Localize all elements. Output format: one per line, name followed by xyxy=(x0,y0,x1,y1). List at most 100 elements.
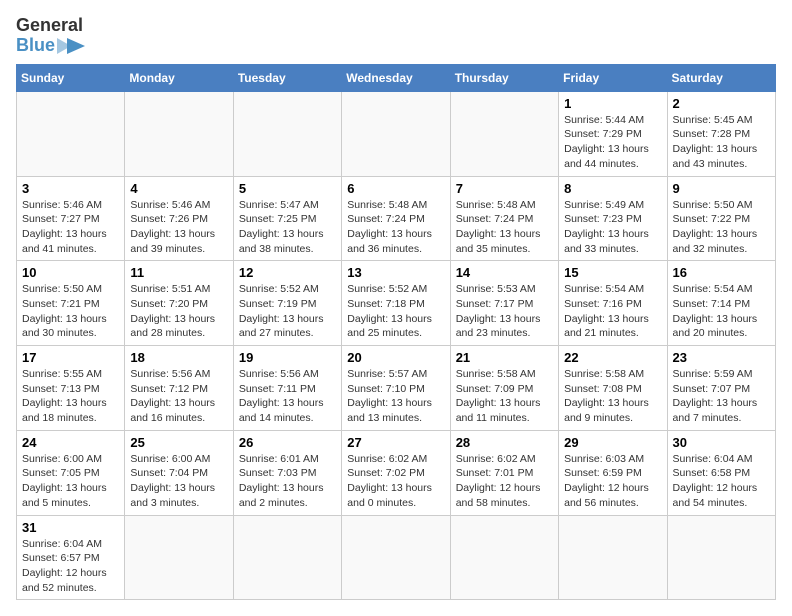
calendar-cell xyxy=(450,515,558,600)
day-info: Sunrise: 5:57 AM Sunset: 7:10 PM Dayligh… xyxy=(347,367,444,426)
day-number: 16 xyxy=(673,265,770,280)
week-row-2: 10Sunrise: 5:50 AM Sunset: 7:21 PM Dayli… xyxy=(17,261,776,346)
day-info: Sunrise: 6:02 AM Sunset: 7:01 PM Dayligh… xyxy=(456,452,553,511)
logo-general: General xyxy=(16,16,83,36)
day-number: 21 xyxy=(456,350,553,365)
calendar-cell: 25 Sunrise: 6:00 AM Sunset: 7:04 PM Dayli… xyxy=(125,430,233,515)
calendar-table: SundayMondayTuesdayWednesdayThursdayFrid… xyxy=(16,64,776,601)
day-info: Sunrise: 6:04 AM Sunset: 6:58 PM Dayligh… xyxy=(673,452,770,511)
day-info: Sunrise: 5:54 AM Sunset: 7:14 PM Dayligh… xyxy=(673,282,770,341)
day-number: 1 xyxy=(564,96,661,111)
day-number: 9 xyxy=(673,181,770,196)
day-info: Sunrise: 5:53 AM Sunset: 7:17 PM Dayligh… xyxy=(456,282,553,341)
day-info: Sunrise: 6:00 AM Sunset: 7:04 PM Dayligh… xyxy=(130,452,227,511)
day-info: Sunrise: 5:58 AM Sunset: 7:08 PM Dayligh… xyxy=(564,367,661,426)
calendar-cell: 5Sunrise: 5:47 AM Sunset: 7:25 PM Daylig… xyxy=(233,176,341,261)
calendar-cell: 24 Sunrise: 6:00 AM Sunset: 7:05 PM Dayli… xyxy=(17,430,125,515)
day-info: Sunrise: 6:02 AM Sunset: 7:02 PM Dayligh… xyxy=(347,452,444,511)
logo: General Blue xyxy=(16,16,85,56)
calendar-cell: 18Sunrise: 5:56 AM Sunset: 7:12 PM Dayli… xyxy=(125,346,233,431)
day-info: Sunrise: 5:50 AM Sunset: 7:21 PM Dayligh… xyxy=(22,282,119,341)
day-info: Sunrise: 5:46 AM Sunset: 7:27 PM Dayligh… xyxy=(22,198,119,257)
day-number: 8 xyxy=(564,181,661,196)
day-info: Sunrise: 6:01 AM Sunset: 7:03 PM Dayligh… xyxy=(239,452,336,511)
calendar-cell: 2Sunrise: 5:45 AM Sunset: 7:28 PM Daylig… xyxy=(667,91,775,176)
calendar-cell: 3 Sunrise: 5:46 AM Sunset: 7:27 PM Daylig… xyxy=(17,176,125,261)
day-number: 2 xyxy=(673,96,770,111)
calendar-cell: 12 Sunrise: 5:52 AM Sunset: 7:19 PM Dayli… xyxy=(233,261,341,346)
calendar-cell: 23 Sunrise: 5:59 AM Sunset: 7:07 PM Dayli… xyxy=(667,346,775,431)
day-info: Sunrise: 5:51 AM Sunset: 7:20 PM Dayligh… xyxy=(130,282,227,341)
calendar-cell: 10Sunrise: 5:50 AM Sunset: 7:21 PM Dayli… xyxy=(17,261,125,346)
day-number: 26 xyxy=(239,435,336,450)
day-info: Sunrise: 6:03 AM Sunset: 6:59 PM Dayligh… xyxy=(564,452,661,511)
header: General Blue xyxy=(16,16,776,56)
day-number: 19 xyxy=(239,350,336,365)
calendar-cell: 16 Sunrise: 5:54 AM Sunset: 7:14 PM Dayli… xyxy=(667,261,775,346)
calendar-cell: 9 Sunrise: 5:50 AM Sunset: 7:22 PM Daylig… xyxy=(667,176,775,261)
week-row-5: 31Sunrise: 6:04 AM Sunset: 6:57 PM Dayli… xyxy=(17,515,776,600)
calendar-cell: 11Sunrise: 5:51 AM Sunset: 7:20 PM Dayli… xyxy=(125,261,233,346)
day-info: Sunrise: 5:46 AM Sunset: 7:26 PM Dayligh… xyxy=(130,198,227,257)
dow-tuesday: Tuesday xyxy=(233,64,341,91)
day-number: 5 xyxy=(239,181,336,196)
dow-saturday: Saturday xyxy=(667,64,775,91)
calendar-cell: 31Sunrise: 6:04 AM Sunset: 6:57 PM Dayli… xyxy=(17,515,125,600)
calendar-cell: 30Sunrise: 6:04 AM Sunset: 6:58 PM Dayli… xyxy=(667,430,775,515)
day-number: 20 xyxy=(347,350,444,365)
dow-monday: Monday xyxy=(125,64,233,91)
calendar-cell xyxy=(233,515,341,600)
day-info: Sunrise: 5:48 AM Sunset: 7:24 PM Dayligh… xyxy=(347,198,444,257)
day-info: Sunrise: 6:00 AM Sunset: 7:05 PM Dayligh… xyxy=(22,452,119,511)
calendar-cell xyxy=(342,515,450,600)
calendar-cell: 15 Sunrise: 5:54 AM Sunset: 7:16 PM Dayli… xyxy=(559,261,667,346)
calendar-cell xyxy=(17,91,125,176)
calendar-cell xyxy=(125,91,233,176)
calendar-cell: 26 Sunrise: 6:01 AM Sunset: 7:03 PM Dayli… xyxy=(233,430,341,515)
day-info: Sunrise: 5:52 AM Sunset: 7:19 PM Dayligh… xyxy=(239,282,336,341)
day-number: 6 xyxy=(347,181,444,196)
day-info: Sunrise: 5:52 AM Sunset: 7:18 PM Dayligh… xyxy=(347,282,444,341)
calendar-cell: 17Sunrise: 5:55 AM Sunset: 7:13 PM Dayli… xyxy=(17,346,125,431)
calendar-cell: 4 Sunrise: 5:46 AM Sunset: 7:26 PM Daylig… xyxy=(125,176,233,261)
dow-sunday: Sunday xyxy=(17,64,125,91)
calendar-cell xyxy=(342,91,450,176)
day-info: Sunrise: 5:50 AM Sunset: 7:22 PM Dayligh… xyxy=(673,198,770,257)
day-number: 7 xyxy=(456,181,553,196)
day-info: Sunrise: 5:59 AM Sunset: 7:07 PM Dayligh… xyxy=(673,367,770,426)
day-info: Sunrise: 5:56 AM Sunset: 7:11 PM Dayligh… xyxy=(239,367,336,426)
day-number: 22 xyxy=(564,350,661,365)
calendar-cell: 27Sunrise: 6:02 AM Sunset: 7:02 PM Dayli… xyxy=(342,430,450,515)
day-number: 23 xyxy=(673,350,770,365)
day-number: 28 xyxy=(456,435,553,450)
day-number: 4 xyxy=(130,181,227,196)
day-info: Sunrise: 5:54 AM Sunset: 7:16 PM Dayligh… xyxy=(564,282,661,341)
day-number: 31 xyxy=(22,520,119,535)
week-row-0: 1Sunrise: 5:44 AM Sunset: 7:29 PM Daylig… xyxy=(17,91,776,176)
day-number: 24 xyxy=(22,435,119,450)
dow-friday: Friday xyxy=(559,64,667,91)
calendar-cell: 14 Sunrise: 5:53 AM Sunset: 7:17 PM Dayli… xyxy=(450,261,558,346)
logo-text: General Blue xyxy=(16,16,85,56)
week-row-3: 17Sunrise: 5:55 AM Sunset: 7:13 PM Dayli… xyxy=(17,346,776,431)
calendar-cell xyxy=(233,91,341,176)
calendar-cell: 6 Sunrise: 5:48 AM Sunset: 7:24 PM Daylig… xyxy=(342,176,450,261)
calendar-cell: 7 Sunrise: 5:48 AM Sunset: 7:24 PM Daylig… xyxy=(450,176,558,261)
day-number: 3 xyxy=(22,181,119,196)
dow-thursday: Thursday xyxy=(450,64,558,91)
day-info: Sunrise: 5:48 AM Sunset: 7:24 PM Dayligh… xyxy=(456,198,553,257)
week-row-4: 24 Sunrise: 6:00 AM Sunset: 7:05 PM Dayli… xyxy=(17,430,776,515)
day-info: Sunrise: 5:55 AM Sunset: 7:13 PM Dayligh… xyxy=(22,367,119,426)
calendar-cell xyxy=(667,515,775,600)
calendar-cell: 8Sunrise: 5:49 AM Sunset: 7:23 PM Daylig… xyxy=(559,176,667,261)
calendar-cell: 21Sunrise: 5:58 AM Sunset: 7:09 PM Dayli… xyxy=(450,346,558,431)
day-of-week-header: SundayMondayTuesdayWednesdayThursdayFrid… xyxy=(17,64,776,91)
day-number: 15 xyxy=(564,265,661,280)
logo-blue: Blue xyxy=(16,36,55,56)
day-number: 25 xyxy=(130,435,227,450)
day-number: 14 xyxy=(456,265,553,280)
calendar-body: 1Sunrise: 5:44 AM Sunset: 7:29 PM Daylig… xyxy=(17,91,776,600)
calendar-cell: 22 Sunrise: 5:58 AM Sunset: 7:08 PM Dayli… xyxy=(559,346,667,431)
day-number: 12 xyxy=(239,265,336,280)
calendar-cell: 29Sunrise: 6:03 AM Sunset: 6:59 PM Dayli… xyxy=(559,430,667,515)
